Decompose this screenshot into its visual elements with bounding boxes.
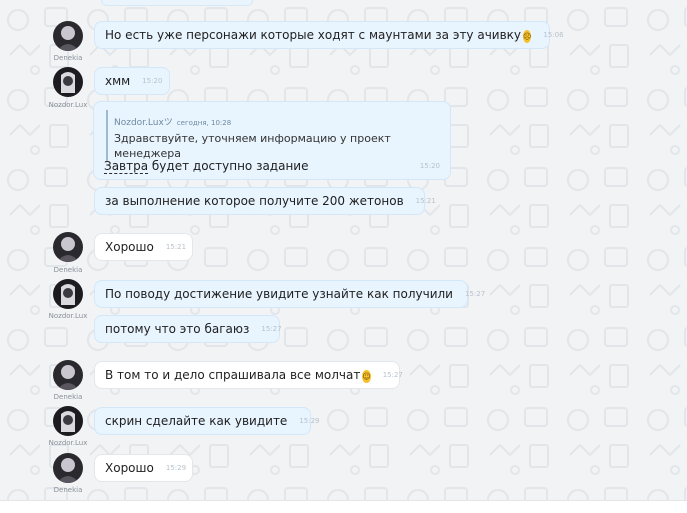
quoted-message[interactable]: Nozdor.Luxツ сегодня, 10:28 Здравствуйте, … bbox=[106, 110, 434, 161]
avatar-denekia[interactable] bbox=[53, 360, 83, 390]
sender-name[interactable]: Denekia bbox=[38, 393, 98, 401]
chat-area[interactable]: Denekia Но есть уже персонажи которые хо… bbox=[0, 0, 687, 500]
message-bubble[interactable]: скрин сделайте как увидите 15:29 bbox=[94, 407, 320, 435]
message-time: 15:21 bbox=[415, 197, 436, 205]
message-bubble[interactable]: хмм 15:20 bbox=[94, 67, 170, 95]
date-link[interactable]: Завтра bbox=[104, 159, 149, 174]
sender-name[interactable]: Nozdor.Lux bbox=[38, 312, 98, 320]
avatar-denekia[interactable] bbox=[53, 21, 83, 51]
message-text: Хорошо bbox=[105, 461, 154, 475]
previous-message-bubble bbox=[101, 0, 253, 6]
message-time: 15:20 bbox=[419, 162, 440, 170]
avatar-nozdor-lux[interactable] bbox=[53, 67, 83, 97]
message-time: 15:27 bbox=[464, 290, 486, 298]
quote-date: сегодня, 10:28 bbox=[176, 119, 232, 127]
sender-name[interactable]: Denekia bbox=[38, 486, 98, 494]
message-time: 15:29 bbox=[165, 464, 187, 472]
sender-name[interactable]: Denekia bbox=[38, 266, 98, 274]
message-time: 15:06 bbox=[543, 31, 564, 39]
message-text: Хорошо bbox=[105, 240, 154, 254]
message-bubble[interactable]: В том то и дело спрашивала все молчат ☺ … bbox=[94, 361, 403, 389]
message-text: скрин сделайте как увидите bbox=[105, 414, 288, 428]
message-bubble[interactable]: Но есть уже персонажи которые ходят с ма… bbox=[94, 21, 564, 49]
message-text: Но есть уже персонажи которые ходят с ма… bbox=[105, 28, 522, 42]
message-bubble[interactable]: потому что это багаюз 15:27 bbox=[94, 315, 282, 343]
message-input-area[interactable] bbox=[0, 500, 687, 513]
message-time: 15:29 bbox=[299, 417, 320, 425]
avatar-denekia[interactable] bbox=[53, 453, 83, 483]
sender-name[interactable]: Denekia bbox=[38, 54, 98, 62]
quote-author: Nozdor.Luxツ bbox=[114, 118, 173, 128]
sender-name[interactable]: Nozdor.Lux bbox=[38, 439, 98, 447]
message-text-rest: будет доступно задание bbox=[148, 159, 309, 173]
grinning-sweat-face-icon: ☺ bbox=[362, 369, 371, 383]
confused-face-icon: ☹ bbox=[523, 29, 532, 43]
message-text: Завтра будет доступно задание bbox=[104, 159, 309, 174]
reply-message-bubble[interactable]: Nozdor.Luxツ сегодня, 10:28 Здравствуйте, … bbox=[93, 101, 451, 180]
message-text: за выполнение которое получите 200 жетон… bbox=[105, 194, 404, 208]
message-time: 15:20 bbox=[142, 77, 163, 85]
message-time: 15:27 bbox=[382, 371, 403, 379]
quote-text: Здравствуйте, уточняем информацию у прое… bbox=[114, 132, 391, 160]
message-bubble[interactable]: Хорошо 15:29 bbox=[94, 454, 193, 482]
message-time: 15:27 bbox=[261, 325, 282, 333]
avatar-denekia[interactable] bbox=[53, 232, 83, 262]
message-text: По поводу достижение увидите узнайте как… bbox=[105, 287, 453, 301]
sender-name[interactable]: Nozdor.Lux bbox=[38, 101, 98, 109]
message-time: 15:21 bbox=[165, 243, 187, 251]
message-bubble[interactable]: Хорошо 15:21 bbox=[94, 233, 193, 261]
message-text: потому что это багаюз bbox=[105, 322, 250, 336]
avatar-nozdor-lux[interactable] bbox=[53, 406, 83, 436]
message-bubble[interactable]: за выполнение которое получите 200 жетон… bbox=[94, 187, 436, 215]
message-text: хмм bbox=[105, 74, 131, 88]
message-bubble[interactable]: По поводу достижение увидите узнайте как… bbox=[94, 280, 485, 308]
message-text: В том то и дело спрашивала все молчат bbox=[105, 368, 361, 382]
avatar-nozdor-lux[interactable] bbox=[53, 279, 83, 309]
